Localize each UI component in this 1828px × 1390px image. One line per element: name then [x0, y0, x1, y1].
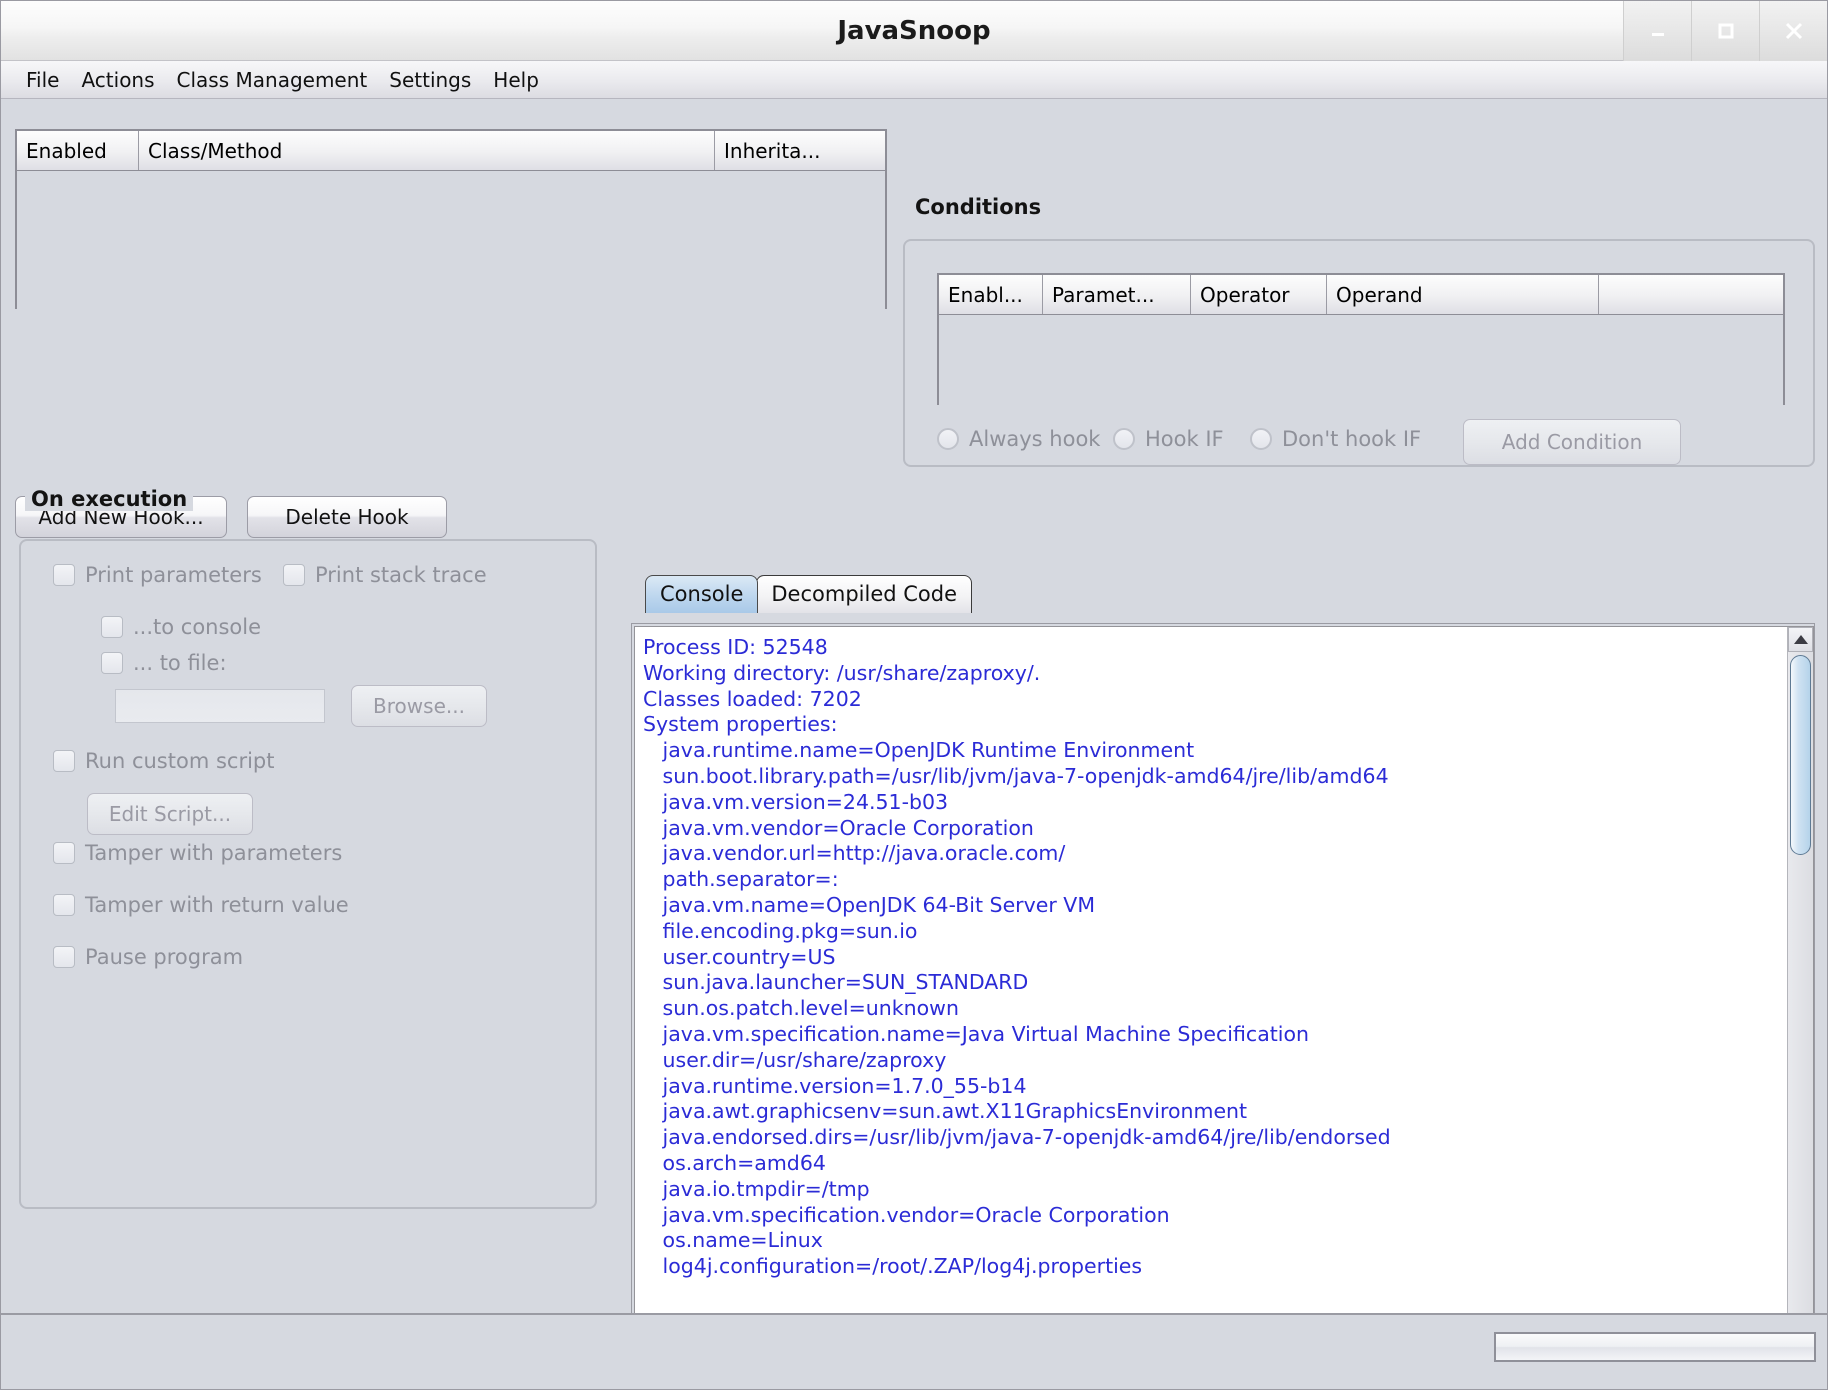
radio-hook-if-label: Hook IF	[1145, 427, 1224, 451]
cond-col-operand[interactable]: Operand	[1327, 275, 1599, 314]
radio-dont-hook-if-circle[interactable]	[1250, 428, 1272, 450]
tab-strip: Console Decompiled Code	[645, 571, 972, 613]
checkbox-to-console-label: ...to console	[133, 615, 261, 639]
main-content: Enabled Class/Method Inherita... Add New…	[1, 99, 1827, 1389]
conditions-table[interactable]: Enabl... Paramet... Operator Operand	[937, 273, 1785, 405]
checkbox-tamper-with-return-value[interactable]: Tamper with return value	[53, 893, 349, 917]
radio-dont-hook-if[interactable]: Don't hook IF	[1250, 427, 1421, 451]
checkbox-pause-program-box[interactable]	[53, 946, 75, 968]
log-file-path-input[interactable]	[115, 689, 325, 723]
close-icon	[1782, 19, 1806, 43]
window-controls	[1623, 1, 1827, 61]
cond-col-extra[interactable]	[1599, 275, 1783, 314]
checkbox-print-parameters[interactable]: Print parameters	[53, 563, 262, 587]
hooks-col-inheritance[interactable]: Inherita...	[715, 131, 885, 170]
radio-always-hook-circle[interactable]	[937, 428, 959, 450]
console-output[interactable]: Process ID: 52548 Working directory: /us…	[635, 627, 1787, 1343]
maximize-icon	[1715, 20, 1737, 42]
checkbox-run-custom-script-label: Run custom script	[85, 749, 274, 773]
status-progress-bar	[1494, 1332, 1816, 1362]
console-vertical-scrollbar[interactable]	[1787, 627, 1813, 1343]
menu-help[interactable]: Help	[482, 65, 550, 95]
checkbox-print-parameters-label: Print parameters	[85, 563, 262, 587]
hooks-col-enabled[interactable]: Enabled	[17, 131, 139, 170]
conditions-table-header: Enabl... Paramet... Operator Operand	[939, 275, 1783, 315]
menu-settings[interactable]: Settings	[378, 65, 482, 95]
conditions-title: Conditions	[909, 195, 1047, 219]
javasnoop-window: JavaSnoop File Actions Class Management	[0, 0, 1828, 1390]
checkbox-tamper-with-parameters-label: Tamper with parameters	[85, 841, 342, 865]
cond-col-enabled[interactable]: Enabl...	[939, 275, 1043, 314]
checkbox-tamper-with-parameters[interactable]: Tamper with parameters	[53, 841, 342, 865]
minimize-icon	[1647, 20, 1669, 42]
hooks-table-body[interactable]	[17, 171, 885, 347]
checkbox-print-stack-trace-box[interactable]	[283, 564, 305, 586]
checkbox-to-file[interactable]: ... to file:	[101, 651, 227, 675]
radio-hook-if[interactable]: Hook IF	[1113, 427, 1224, 451]
tab-decompiled-code[interactable]: Decompiled Code	[756, 575, 972, 613]
checkbox-pause-program[interactable]: Pause program	[53, 945, 243, 969]
console-scrollpane: Process ID: 52548 Working directory: /us…	[634, 626, 1814, 1374]
delete-hook-button[interactable]: Delete Hook	[247, 496, 447, 538]
checkbox-tamper-with-return-value-box[interactable]	[53, 894, 75, 916]
on-execution-title: On execution	[25, 487, 193, 511]
minimize-button[interactable]	[1623, 1, 1691, 61]
cond-col-operator[interactable]: Operator	[1191, 275, 1327, 314]
cond-col-parameter[interactable]: Paramet...	[1043, 275, 1191, 314]
tab-console[interactable]: Console	[645, 575, 758, 613]
console-panel: Process ID: 52548 Working directory: /us…	[631, 623, 1815, 1375]
close-button[interactable]	[1759, 1, 1827, 61]
title-bar: JavaSnoop	[1, 1, 1827, 61]
radio-always-hook[interactable]: Always hook	[937, 427, 1100, 451]
checkbox-to-file-label: ... to file:	[133, 651, 227, 675]
menu-bar: File Actions Class Management Settings H…	[1, 61, 1827, 99]
checkbox-run-custom-script[interactable]: Run custom script	[53, 749, 274, 773]
hooks-table-header: Enabled Class/Method Inherita...	[17, 131, 885, 171]
edit-script-button[interactable]: Edit Script...	[87, 793, 253, 835]
checkbox-run-custom-script-box[interactable]	[53, 750, 75, 772]
checkbox-to-console-box[interactable]	[101, 616, 123, 638]
checkbox-tamper-with-parameters-box[interactable]	[53, 842, 75, 864]
hooks-col-classmethod[interactable]: Class/Method	[139, 131, 715, 170]
hooks-table[interactable]: Enabled Class/Method Inherita...	[15, 129, 887, 309]
on-execution-panel: Print parameters Print stack trace ...to…	[19, 539, 597, 1209]
radio-hook-if-circle[interactable]	[1113, 428, 1135, 450]
browse-button[interactable]: Browse...	[351, 685, 487, 727]
radio-dont-hook-if-label: Don't hook IF	[1282, 427, 1421, 451]
menu-class-management[interactable]: Class Management	[166, 65, 379, 95]
checkbox-print-stack-trace[interactable]: Print stack trace	[283, 563, 487, 587]
radio-always-hook-label: Always hook	[969, 427, 1100, 451]
console-output-text: Process ID: 52548 Working directory: /us…	[643, 635, 1787, 1280]
scroll-up-button[interactable]	[1788, 627, 1813, 652]
menu-actions[interactable]: Actions	[70, 65, 165, 95]
menu-file[interactable]: File	[15, 65, 70, 95]
checkbox-print-parameters-box[interactable]	[53, 564, 75, 586]
chevron-up-icon	[1794, 635, 1808, 644]
conditions-panel: Enabl... Paramet... Operator Operand Alw…	[903, 239, 1815, 467]
checkbox-print-stack-trace-label: Print stack trace	[315, 563, 487, 587]
status-bar	[1, 1313, 1827, 1389]
vertical-scroll-thumb[interactable]	[1790, 655, 1811, 855]
maximize-button[interactable]	[1691, 1, 1759, 61]
checkbox-tamper-with-return-value-label: Tamper with return value	[85, 893, 349, 917]
checkbox-pause-program-label: Pause program	[85, 945, 243, 969]
checkbox-to-file-box[interactable]	[101, 652, 123, 674]
add-condition-button[interactable]: Add Condition	[1463, 419, 1681, 465]
window-title: JavaSnoop	[837, 16, 990, 46]
checkbox-to-console[interactable]: ...to console	[101, 615, 261, 639]
